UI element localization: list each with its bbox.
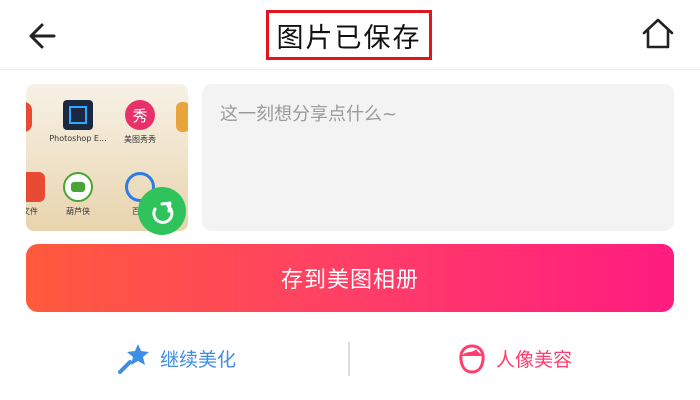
home-icon <box>642 18 674 49</box>
save-to-album-button[interactable]: 存到美图相册 <box>26 244 674 312</box>
caption-box[interactable] <box>202 84 674 231</box>
action-divider <box>348 342 350 376</box>
photoshop-icon <box>63 100 93 130</box>
continue-edit-label: 继续美化 <box>160 348 237 371</box>
caption-input[interactable] <box>220 104 656 125</box>
continue-edit-button[interactable]: 继续美化 <box>116 334 236 382</box>
app-label: Photoshop E... <box>49 134 107 143</box>
home-button[interactable] <box>636 14 680 54</box>
app-label: 葫芦侠 <box>66 207 90 216</box>
title-highlight-box: 图片已保存 <box>266 10 432 60</box>
partial-app-icon <box>26 102 32 132</box>
save-to-album-label: 存到美图相册 <box>280 268 419 293</box>
portrait-beauty-button[interactable]: 人像美容 <box>456 334 572 382</box>
huluxia-icon <box>63 172 93 202</box>
app-photoshop: Photoshop E... <box>48 100 108 143</box>
portrait-beauty-label: 人像美容 <box>496 348 573 371</box>
app-label: 美图秀秀 <box>124 135 156 144</box>
top-bar: 图片已保存 <box>0 0 700 70</box>
app-huluxia: 葫芦侠 <box>48 172 108 217</box>
app-meitu: 秀 美图秀秀 <box>110 100 170 145</box>
share-button[interactable] <box>138 187 186 235</box>
page-title: 图片已保存 <box>276 22 422 54</box>
partial-app-icon <box>176 102 188 132</box>
meitu-xiuxiu-icon: 秀 <box>125 100 155 130</box>
files-icon <box>26 172 45 202</box>
back-arrow-icon <box>29 23 56 49</box>
portrait-icon <box>459 344 485 374</box>
back-button[interactable] <box>24 16 64 56</box>
share-icon <box>152 201 174 224</box>
magic-wand-icon <box>118 344 149 374</box>
bottom-actions: 继续美化 人像美容 <box>0 326 700 390</box>
